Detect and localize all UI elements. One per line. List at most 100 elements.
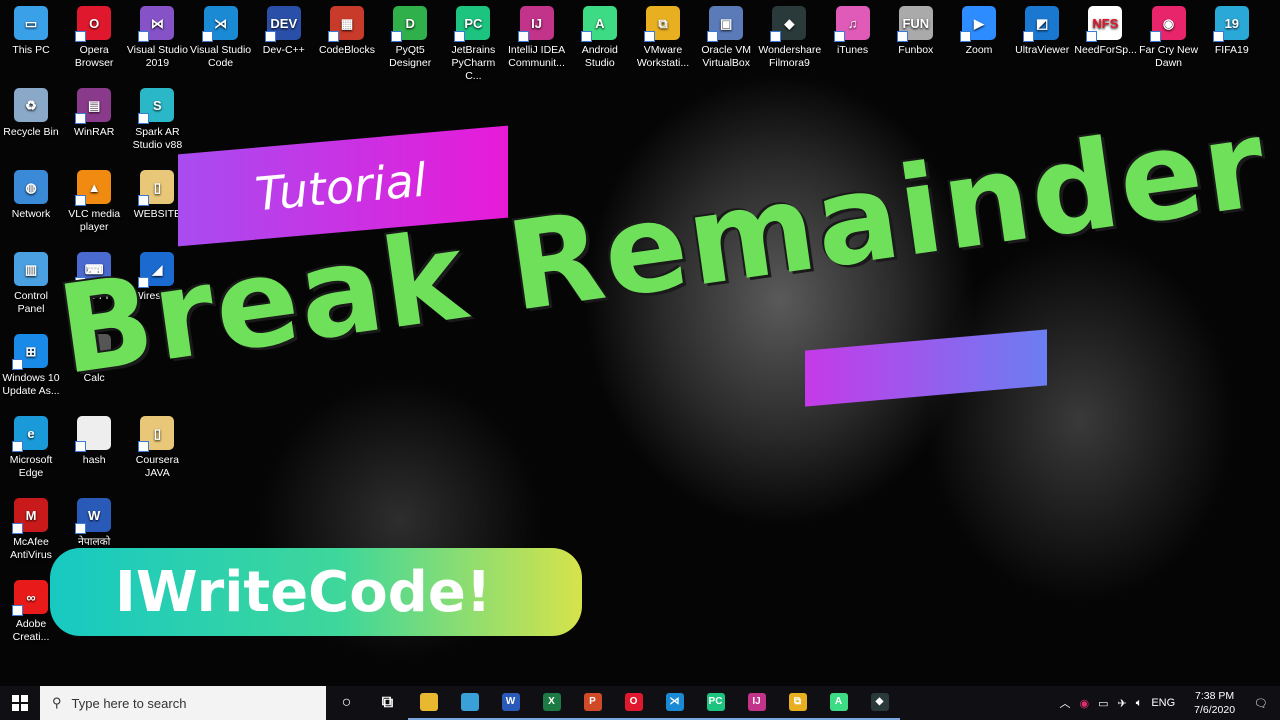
desktop-icon-label: IntelliJ IDEA Communit...	[508, 44, 566, 69]
taskbar-vmware-button[interactable]: ⧉	[777, 686, 818, 720]
desktop-icon[interactable]: O Opera Browser	[63, 0, 125, 70]
desktop-icon-label: Far Cry New Dawn	[1139, 44, 1199, 69]
desktop-icon[interactable]: ▯ Coursera JAVA	[126, 410, 188, 480]
desktop-icon[interactable]: M McAfee AntiVirus	[0, 492, 62, 562]
app-icon: NFS	[1086, 6, 1123, 42]
desktop-icon-label: Adobe Creati...	[12, 618, 50, 643]
notifications-icon[interactable]: 🗨︎	[1254, 697, 1268, 710]
desktop-icon[interactable]: ▤ WinRAR	[63, 82, 125, 139]
desktop-icon[interactable]: FUN Funbox	[885, 0, 947, 57]
powerpoint-icon: P	[583, 693, 602, 711]
desktop-icon-label: Funbox	[898, 44, 934, 56]
desktop-icon-label: Visual Studio 2019	[126, 44, 188, 69]
show-hidden-icons-chevron-icon[interactable]: ︿	[1059, 695, 1070, 711]
airplane-icon[interactable]: ✈	[1117, 697, 1126, 710]
desktop-icon[interactable]: 19 FIFA19	[1201, 0, 1263, 57]
app-icon: ⋈	[138, 6, 175, 42]
search-box[interactable]: ⚲ Type here to search	[40, 686, 326, 720]
desktop-icon[interactable]: IJ IntelliJ IDEA Communit...	[506, 0, 568, 70]
taskbar-excel-button[interactable]: X	[531, 686, 572, 720]
desktop-icon-label: FIFA19	[1214, 44, 1249, 56]
battery-icon[interactable]: ▭	[1098, 697, 1108, 710]
app-icon: ⊞	[12, 334, 48, 370]
desktop-icon[interactable]: ⋊ Visual Studio Code	[190, 0, 252, 70]
desktop-icon-label: Network	[11, 208, 51, 220]
desktop-icon[interactable]: A Android Studio	[569, 0, 631, 70]
taskbar-filmora-button[interactable]: ◆	[859, 686, 900, 720]
desktop-icon-label: Spark AR Studio v88	[132, 126, 183, 151]
task-view-icon: ⧉	[381, 694, 394, 711]
taskbar: ⚲ Type here to search ○ ⧉ W X P O ⋊ PC IJ ⧉ A ◆ ︿ ◉…	[0, 686, 1280, 720]
start-button[interactable]	[0, 686, 40, 720]
desktop-icon[interactable]: ▦ CodeBlocks	[316, 0, 378, 57]
app-icon: ▦	[328, 6, 364, 42]
taskbar-intellij-button[interactable]: IJ	[736, 686, 777, 720]
app-icon: ∞	[12, 580, 48, 616]
taskbar-task-view-button[interactable]: ⧉	[367, 686, 408, 720]
desktop-icon[interactable]: DEV Dev-C++	[253, 0, 315, 57]
clock-time: 7:38 PM	[1195, 690, 1235, 702]
desktop-icon-label: VMware Workstati...	[636, 44, 690, 69]
app-icon: ◉	[1149, 6, 1186, 42]
excel-icon: X	[542, 693, 561, 711]
desktop-icon-label: Zoom	[965, 44, 993, 56]
desktop-icon[interactable]: PC JetBrains PyCharm C...	[442, 0, 504, 83]
desktop-icon[interactable]: ♻ Recycle Bin	[0, 82, 62, 139]
desktop-icon-label: iTunes	[837, 44, 869, 56]
desktop-icon[interactable]: ♫ iTunes	[822, 0, 884, 57]
app-icon: ▣	[707, 6, 744, 42]
taskbar-vscode-button[interactable]: ⋊	[654, 686, 695, 720]
desktop-icon[interactable]: S Spark AR Studio v88	[126, 82, 188, 152]
desktop-icon[interactable]: D PyQt5 Designer	[379, 0, 441, 70]
desktop-icon[interactable]: ▣ Oracle VM VirtualBox	[695, 0, 757, 70]
desktop-icon[interactable]: ⧉ VMware Workstati...	[632, 0, 694, 70]
desktop-icon[interactable]: hash	[63, 410, 125, 467]
taskbar-word-button[interactable]: W	[490, 686, 531, 720]
taskbar-android-studio-button[interactable]: A	[818, 686, 859, 720]
app-icon	[75, 416, 112, 452]
taskbar-cortana-button[interactable]: ○	[326, 686, 367, 720]
taskbar-powerpoint-button[interactable]: P	[572, 686, 613, 720]
app-icon: IJ	[517, 6, 554, 42]
desktop-icon-label: Oracle VM VirtualBox	[701, 44, 751, 69]
desktop-icon[interactable]: ▶ Zoom	[948, 0, 1010, 57]
app-icon: ▯	[138, 170, 175, 206]
volume-icon[interactable]: 🔈︎	[1136, 697, 1143, 710]
desktop-icon-label: Android Studio	[581, 44, 618, 69]
clock[interactable]: 7:38 PM 7/6/2020	[1194, 689, 1235, 717]
desktop-icon[interactable]: ◩ UltraViewer	[1011, 0, 1073, 57]
desktop-icon-label: Microsoft Edge	[9, 454, 53, 479]
app-icon: e	[12, 416, 48, 452]
desktop-icon[interactable]: ▭ This PC	[0, 0, 62, 57]
language-indicator[interactable]: ENG	[1151, 697, 1175, 709]
desktop-icon[interactable]: W नेपालको	[63, 492, 125, 549]
taskbar-pycharm-button[interactable]: PC	[695, 686, 736, 720]
recording-icon[interactable]: ◉	[1079, 697, 1089, 710]
app-icon: W	[75, 498, 112, 534]
app-icon: ▭	[14, 6, 48, 40]
desktop-icon-label: McAfee AntiVirus	[10, 536, 52, 561]
app-icon: S	[138, 88, 175, 124]
desktop-icon-label: Recycle Bin	[3, 126, 59, 138]
desktop-icon[interactable]: e Microsoft Edge	[0, 410, 62, 480]
desktop-icon[interactable]: ▲ VLC media player	[63, 164, 125, 234]
desktop-icon[interactable]: ◆ Wondershare Filmora9	[758, 0, 821, 70]
desktop-icon-label: Windows 10 Update As...	[2, 372, 60, 397]
desktop-icon[interactable]: NFS NeedForSp...	[1074, 0, 1137, 57]
desktop-icon[interactable]: ⋈ Visual Studio 2019	[126, 0, 188, 70]
app-icon: 19	[1212, 6, 1249, 42]
taskbar-photos-button[interactable]	[449, 686, 490, 720]
app-icon: M	[12, 498, 48, 534]
desktop-icon-label: hash	[82, 454, 106, 466]
app-icon: ◆	[770, 6, 807, 42]
filmora-icon: ◆	[870, 693, 889, 711]
desktop-icon-label: VLC media player	[68, 208, 121, 233]
taskbar-opera-button[interactable]: O	[613, 686, 654, 720]
desktop-icon-label: Opera Browser	[74, 44, 114, 69]
desktop-icon[interactable]: ◍ Network	[0, 164, 62, 221]
vscode-icon: ⋊	[665, 693, 684, 711]
desktop-icon[interactable]: ⊞ Windows 10 Update As...	[0, 328, 62, 398]
desktop-icon[interactable]: ◉ Far Cry New Dawn	[1138, 0, 1200, 70]
app-icon: D	[391, 6, 428, 42]
taskbar-file-explorer-button[interactable]	[408, 686, 449, 720]
